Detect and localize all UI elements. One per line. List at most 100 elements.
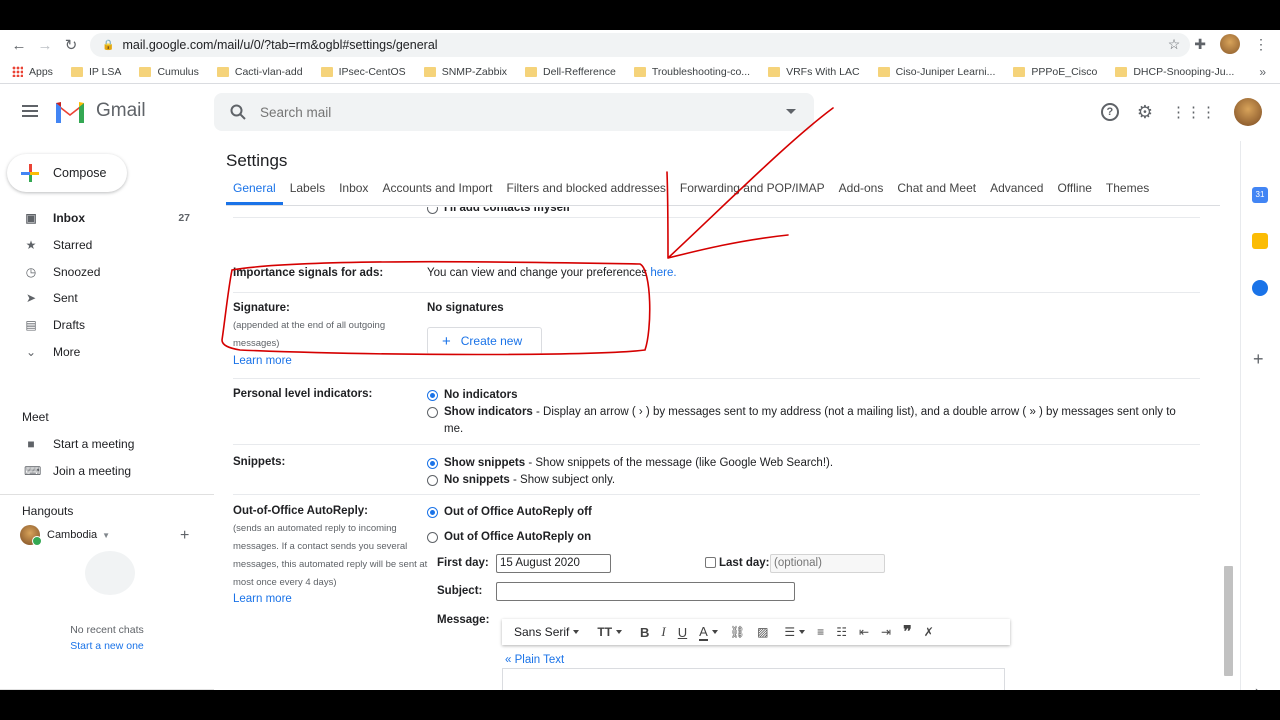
browser-menu-icon[interactable]: ⋮ (1254, 36, 1268, 53)
bulleted-list-icon[interactable]: ☷ (830, 625, 853, 639)
settings-scrollbar[interactable] (1224, 566, 1233, 676)
ooo-description: (sends an automated reply to incoming me… (233, 523, 428, 588)
tab-filters[interactable]: Filters and blocked addresses (500, 181, 673, 205)
ooo-on-radio[interactable] (427, 532, 438, 543)
sidebar-item-starred[interactable]: ★ Starred (0, 232, 200, 259)
bookmark-item[interactable]: Dell-Refference (525, 66, 616, 78)
text-color-icon[interactable]: A (693, 624, 724, 641)
settings-gear-icon[interactable]: ⚙ (1137, 102, 1153, 123)
no-snippets-radio[interactable] (427, 475, 438, 486)
ooo-learn-more-link[interactable]: Learn more (233, 593, 292, 605)
gmail-logo[interactable]: Gmail (54, 99, 146, 123)
signature-learn-more-link[interactable]: Learn more (233, 355, 292, 367)
bookmark-star-icon[interactable]: ☆ (1168, 36, 1181, 53)
sidebar-item-drafts[interactable]: ▤ Drafts (0, 312, 200, 339)
sidebar-item-inbox[interactable]: ▣ Inbox 27 (0, 205, 200, 232)
compose-plus-icon (21, 164, 39, 182)
font-family-select[interactable]: Sans Serif (508, 625, 585, 639)
tab-addons[interactable]: Add-ons (832, 181, 891, 205)
bookmark-item[interactable]: VRFs With LAC (768, 66, 860, 78)
reload-icon[interactable]: ↻ (58, 36, 84, 54)
subject-input[interactable] (496, 582, 795, 601)
compose-button[interactable]: Compose (7, 154, 127, 192)
bookmark-item[interactable]: Cumulus (139, 66, 199, 78)
bookmark-item[interactable]: DHCP-Snooping-Ju... (1115, 66, 1234, 78)
bold-icon[interactable]: B (634, 625, 655, 640)
tab-accounts-import[interactable]: Accounts and Import (375, 181, 499, 205)
importance-here-link[interactable]: here. (650, 267, 676, 279)
contacts-radio[interactable] (427, 207, 438, 214)
align-icon[interactable]: ☰ (778, 625, 811, 639)
out-of-office-row: Out-of-Office AutoReply: (sends an autom… (233, 495, 1200, 690)
search-input[interactable] (260, 104, 760, 120)
bookmark-item[interactable]: Troubleshooting-co... (633, 66, 750, 78)
contacts-option-text: I'll add contacts myself (444, 207, 571, 214)
back-icon[interactable]: ← (6, 37, 32, 54)
quote-icon[interactable]: ❞ (897, 622, 918, 642)
forward-icon[interactable]: → (32, 37, 58, 54)
google-apps-icon[interactable]: ⋮⋮⋮ (1171, 103, 1216, 121)
extensions-icon[interactable]: ✚ (1194, 36, 1206, 53)
join-meeting-item[interactable]: ⌨ Join a meeting (0, 458, 200, 485)
ooo-label: Out-of-Office AutoReply: (233, 505, 369, 517)
italic-icon[interactable]: I (655, 624, 671, 640)
divider (0, 689, 214, 690)
bookmark-item[interactable]: IPsec-CentOS (320, 66, 406, 78)
indent-more-icon[interactable]: ⇥ (875, 625, 897, 639)
show-indicators-radio[interactable] (427, 407, 438, 418)
calendar-icon[interactable]: 31 (1252, 187, 1268, 203)
tab-advanced[interactable]: Advanced (983, 181, 1050, 205)
main-menu-icon[interactable] (22, 105, 38, 117)
bookmark-item[interactable]: Ciso-Juniper Learni... (877, 66, 995, 78)
hangouts-user[interactable]: Cambodia ▼ (20, 525, 110, 546)
search-options-icon[interactable] (786, 109, 796, 114)
bookmark-apps[interactable]: Apps (12, 66, 53, 78)
last-day-checkbox[interactable] (705, 557, 716, 568)
tab-general[interactable]: General (226, 181, 283, 205)
start-new-chat-link[interactable]: Start a new one (0, 640, 214, 652)
browser-profile-avatar[interactable] (1220, 34, 1240, 54)
tab-forwarding[interactable]: Forwarding and POP/IMAP (673, 181, 832, 205)
message-label: Message: (437, 614, 490, 626)
tasks-icon[interactable] (1252, 280, 1268, 296)
tab-inbox[interactable]: Inbox (332, 181, 375, 205)
image-icon[interactable]: ▨ (751, 625, 774, 639)
numbered-list-icon[interactable]: ≡ (811, 625, 830, 639)
underline-icon[interactable]: U (672, 625, 693, 640)
indent-less-icon[interactable]: ⇤ (853, 625, 875, 639)
search-bar[interactable] (214, 93, 814, 131)
create-new-signature-button[interactable]: + Create new (427, 327, 542, 355)
start-meeting-item[interactable]: ■ Start a meeting (0, 431, 200, 458)
account-avatar[interactable] (1234, 98, 1262, 126)
tab-offline[interactable]: Offline (1050, 181, 1098, 205)
show-snippets-radio[interactable] (427, 458, 438, 469)
link-icon[interactable]: ⛓ (724, 625, 751, 639)
get-addons-plus-icon[interactable]: + (1253, 349, 1264, 370)
sidebar-item-more[interactable]: ⌄ More (0, 338, 200, 365)
bookmark-item[interactable]: IP LSA (70, 66, 121, 78)
tab-labels[interactable]: Labels (283, 181, 332, 205)
tab-themes[interactable]: Themes (1099, 181, 1156, 205)
tab-chat-meet[interactable]: Chat and Meet (890, 181, 983, 205)
first-day-input[interactable]: 15 August 2020 (496, 554, 611, 573)
message-editor[interactable] (502, 668, 1005, 690)
remove-formatting-icon[interactable]: ✗ (918, 625, 940, 639)
bookmark-item[interactable]: Cacti-vlan-add (216, 66, 303, 78)
address-bar[interactable]: 🔒 mail.google.com/mail/u/0/?tab=rm&ogbl#… (90, 33, 1190, 57)
no-indicators-radio[interactable] (427, 390, 438, 401)
bookmarks-overflow-icon[interactable]: » (1259, 65, 1266, 79)
keep-icon[interactable] (1252, 233, 1268, 249)
sidebar-item-sent[interactable]: ➤ Sent (0, 285, 200, 312)
chevron-right-icon[interactable]: › (1255, 683, 1259, 690)
sidebar-item-snoozed[interactable]: ◷ Snoozed (0, 258, 200, 285)
font-size-icon[interactable]: TT (591, 625, 628, 639)
plain-text-link[interactable]: « Plain Text (505, 654, 564, 666)
new-chat-plus-icon[interactable]: + (180, 527, 189, 545)
help-icon[interactable]: ? (1100, 103, 1119, 121)
ooo-off-radio[interactable] (427, 507, 438, 518)
bookmark-item[interactable]: SNMP-Zabbix (423, 66, 507, 78)
last-day-input[interactable]: (optional) (770, 554, 885, 573)
bookmark-item[interactable]: PPPoE_Cisco (1013, 66, 1097, 78)
status-dropdown-icon[interactable]: ▼ (102, 531, 110, 540)
search-icon[interactable] (230, 104, 246, 120)
